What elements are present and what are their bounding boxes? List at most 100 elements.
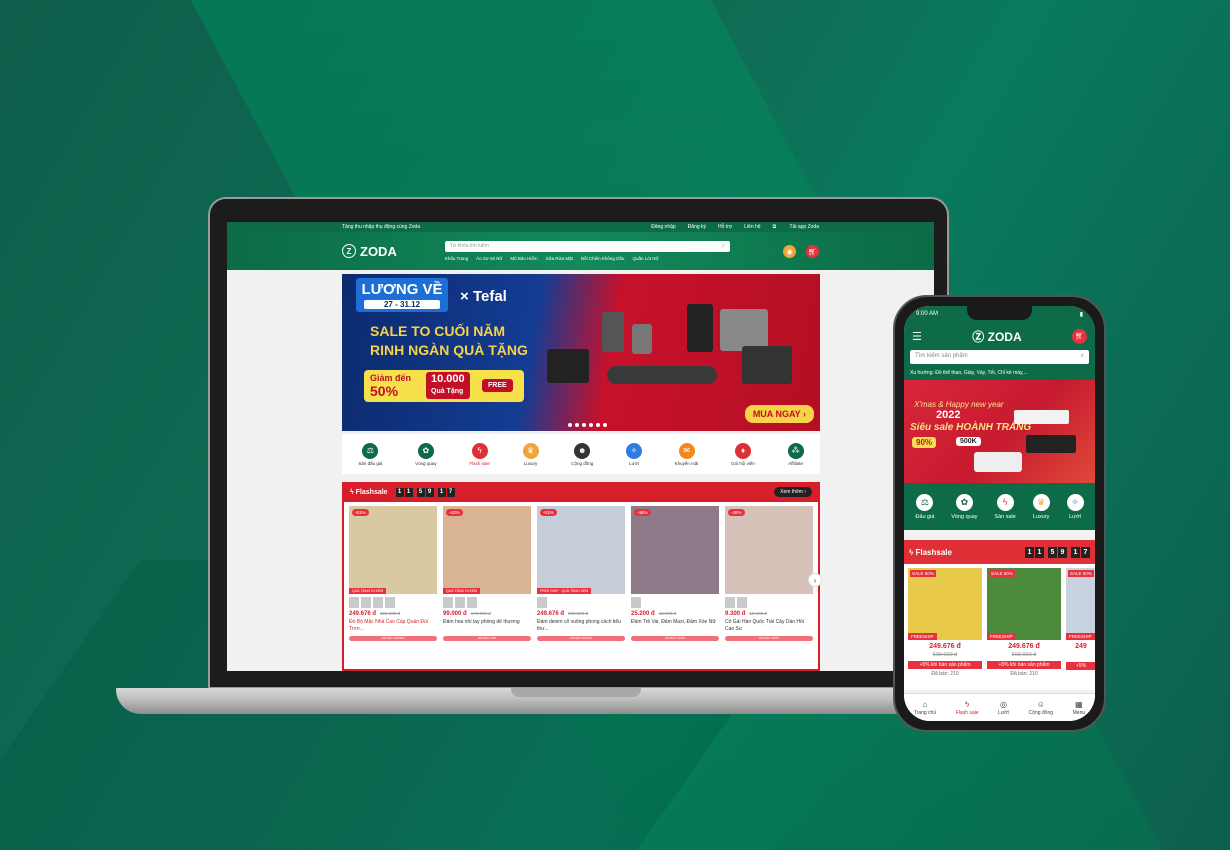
sale-badge: SALE 50% <box>989 570 1015 577</box>
trending-text: Xu hướng: Đồ thể thao, Giày, Váy, Tết, C… <box>904 368 1095 380</box>
search-tag[interactable]: Sữa Rửa Mặt <box>546 256 573 261</box>
category-spin[interactable]: ✿ Vòng quay <box>415 442 437 466</box>
promo-tag: QUÀ TẶNG ĐI KÈM <box>443 588 481 594</box>
search-tag[interactable]: Khẩu Trang <box>445 256 468 261</box>
nav-label: Lướt <box>998 709 1009 716</box>
category-luxury[interactable]: ♛ Luxury <box>522 442 539 466</box>
promo-tag: QUÀ TẶNG ĐI KÈM <box>349 588 387 594</box>
top-bar: Tăng thu nhập thụ động cùng Zoda Đăng nh… <box>227 222 934 232</box>
cart-icon[interactable]: 🛒︎ <box>806 245 819 258</box>
contact-link[interactable]: Liên hệ <box>744 224 760 230</box>
next-arrow-icon[interactable]: › <box>808 573 822 587</box>
nav-flash-sale[interactable]: ϟ Flash sale <box>956 700 979 716</box>
carousel-dots[interactable] <box>568 423 607 427</box>
thumbnails[interactable] <box>537 597 625 608</box>
price-row: 9.300 đ 19.000 đ <box>725 611 813 617</box>
product-card[interactable]: -51% QUÀ TẶNG ĐI KÈM 249.676 đ 509.000 đ Đ… <box>349 506 437 665</box>
appliance-image <box>687 304 713 352</box>
search-icon[interactable]: ⌕ <box>1081 353 1084 361</box>
thumbnails[interactable] <box>631 597 719 608</box>
mobile-logo[interactable]: Ⓩ ZODA <box>922 328 1072 345</box>
nav-browse[interactable]: ◎ Lướt <box>998 700 1009 716</box>
hamburger-icon[interactable]: ☰ <box>912 330 922 343</box>
old-price: 19.000 đ <box>749 611 767 616</box>
thumbnails[interactable] <box>725 597 813 608</box>
mobile-product-card[interactable]: SALE 50% FREESHIP 249.676 đ 509.000 đ +5%… <box>908 568 982 686</box>
buy-now-button[interactable]: MUA NGAY › <box>744 405 814 423</box>
sold-progress: ĐÃ BÁN 100/300 <box>349 636 437 641</box>
category-membership[interactable]: ♦ Gói hội viên <box>731 442 755 466</box>
sold-progress: ĐÃ BÁN 15/50 <box>725 636 813 641</box>
mobile-category-auction[interactable]: ⚖ Đấu giá <box>915 493 934 520</box>
category-flash-sale[interactable]: ϟ Flash sale <box>469 442 490 466</box>
logo[interactable]: Z ZODA <box>342 244 397 259</box>
category-promotion[interactable]: ✉ Khuyến mãi <box>674 442 699 466</box>
mobile-category-luxury[interactable]: ♛ Luxury <box>1032 493 1050 520</box>
category-label: Khuyến mãi <box>674 460 699 466</box>
headline-line-1: SALE TO CUỐI NĂM <box>370 323 506 339</box>
wheel-icon: ✿ <box>955 493 973 511</box>
price: 249.676 đ <box>537 611 565 617</box>
search-icon[interactable]: ⌕ <box>722 243 725 250</box>
headline-line-2: RINH NGÀN QUÀ TẶNG <box>370 342 528 358</box>
crown-icon: ♛ <box>522 442 539 459</box>
mobile-header: ☰ Ⓩ ZODA 🛒︎ <box>904 324 1095 348</box>
mobile-search-input[interactable]: Tìm kiếm sản phẩm ⌕ <box>910 350 1089 364</box>
category-bar: ⚖ Sàn đấu giá ✿ Vòng quay ϟ Flash sale ♛ Lux… <box>342 434 820 474</box>
crown-icon: ♛ <box>1032 493 1050 511</box>
category-affiliate[interactable]: ⁂ Affiliate <box>787 442 804 466</box>
download-app-link[interactable]: ⧉ Tải app Zoda <box>773 224 819 230</box>
register-link[interactable]: Đăng ký <box>688 224 706 230</box>
mobile-product-card[interactable]: SALE 50% FREESHIP 249 +5% <box>1066 568 1095 686</box>
commission-badge: +5% khi bán sản phẩm <box>987 661 1061 669</box>
search-tag[interactable]: Nồi Chiên Không Dầu <box>581 256 625 261</box>
mobile-category-browse[interactable]: ✧ Lướt <box>1066 493 1084 520</box>
login-link[interactable]: Đăng nhập <box>651 224 675 230</box>
thumbnails[interactable] <box>349 597 437 608</box>
phone-frame: 9:00 AM ▮ ☰ Ⓩ ZODA 🛒︎ Tìm kiếm sản phẩm ⌕ … <box>893 295 1106 732</box>
free-badge: FREE <box>482 379 513 392</box>
product-card[interactable]: -48% 25.200 đ 49.000 đ Đầm Trễ Vai, Đầm M… <box>631 506 719 665</box>
category-auction[interactable]: ⚖ Sàn đấu giá <box>358 442 383 466</box>
banner-greeting: X'mas & Happy new year <box>914 400 1004 409</box>
gift-value: 10.000 <box>431 373 465 385</box>
timer-digit: 7 <box>446 487 455 497</box>
coin-icon[interactable]: ◉ <box>783 245 796 258</box>
mobile-banner[interactable]: X'mas & Happy new year 2022 Siêu sale HO… <box>904 380 1095 483</box>
banner-voucher: 500K <box>956 437 981 446</box>
product-card[interactable]: -42% QUÀ TẶNG ĐI KÈM 99.000 đ 170.000 đ Đầ… <box>443 506 531 665</box>
product-card[interactable]: -51% FREE SHIP · QUÀ TẶNG KÈM 249.676 đ 50… <box>537 506 625 665</box>
nav-menu[interactable]: ▦ Menu <box>1073 700 1086 716</box>
appliance-image <box>547 349 589 383</box>
support-link[interactable]: Hỗ trợ <box>718 224 732 230</box>
mobile-category-spin[interactable]: ✿ Vòng quay <box>951 493 978 520</box>
search-tag[interactable]: Áo Sơ Mi Nữ <box>476 256 502 261</box>
mobile-category-sale[interactable]: ϟ Sàn sale <box>994 493 1016 520</box>
category-browse[interactable]: ✧ Lướt <box>625 442 642 466</box>
thumbnails[interactable] <box>443 597 531 608</box>
see-more-button[interactable]: Xem thêm › <box>774 487 812 497</box>
mobile-product-card[interactable]: SALE 50% FREESHIP 249.676 đ 509.000 đ +5%… <box>987 568 1061 686</box>
search-input[interactable]: Từ khóa tìm kiếm ⌕ <box>444 241 730 252</box>
discount-badge: -48% <box>728 509 745 516</box>
nav-home[interactable]: ⌂ Trang chủ <box>914 700 936 716</box>
hero-banner[interactable]: LƯƠNG VỀ 27 - 31.12 × Tefal SALE TO CUỐI … <box>342 274 820 431</box>
lightning-icon: ϟ <box>996 493 1014 511</box>
search-placeholder: Từ khóa tìm kiếm <box>449 243 489 249</box>
category-label: Sàn đấu giá <box>358 460 383 466</box>
commission-badge: +5% khi bán sản phẩm <box>908 661 982 669</box>
category-label: Flash sale <box>469 460 490 466</box>
download-app-label: Tải app Zoda <box>789 224 819 230</box>
banner-year: 2022 <box>936 409 961 421</box>
appliance-image <box>1014 410 1069 424</box>
cart-icon[interactable]: 🛒︎ <box>1072 328 1087 344</box>
nav-community[interactable]: ☺ Cộng đồng <box>1029 700 1053 716</box>
product-card[interactable]: -48% 9.300 đ 19.000 đ Cô Gái Hàn Quốc Trá… <box>725 506 813 665</box>
search-tag[interactable]: Mũ Bảo Hiểm <box>510 256 537 261</box>
flashsale-section: ϟ Flashsale 11 59 17 Xem thêm › -51% QUÀ … <box>342 482 822 671</box>
timer-digit: 1 <box>404 487 413 497</box>
search-tag[interactable]: Quần Lót Nữ <box>632 256 658 261</box>
people-icon: ☺ <box>1036 699 1045 709</box>
category-community[interactable]: ☻ Cộng đồng <box>571 442 593 466</box>
price-row: 249.676 đ 509.000 đ <box>349 611 437 617</box>
